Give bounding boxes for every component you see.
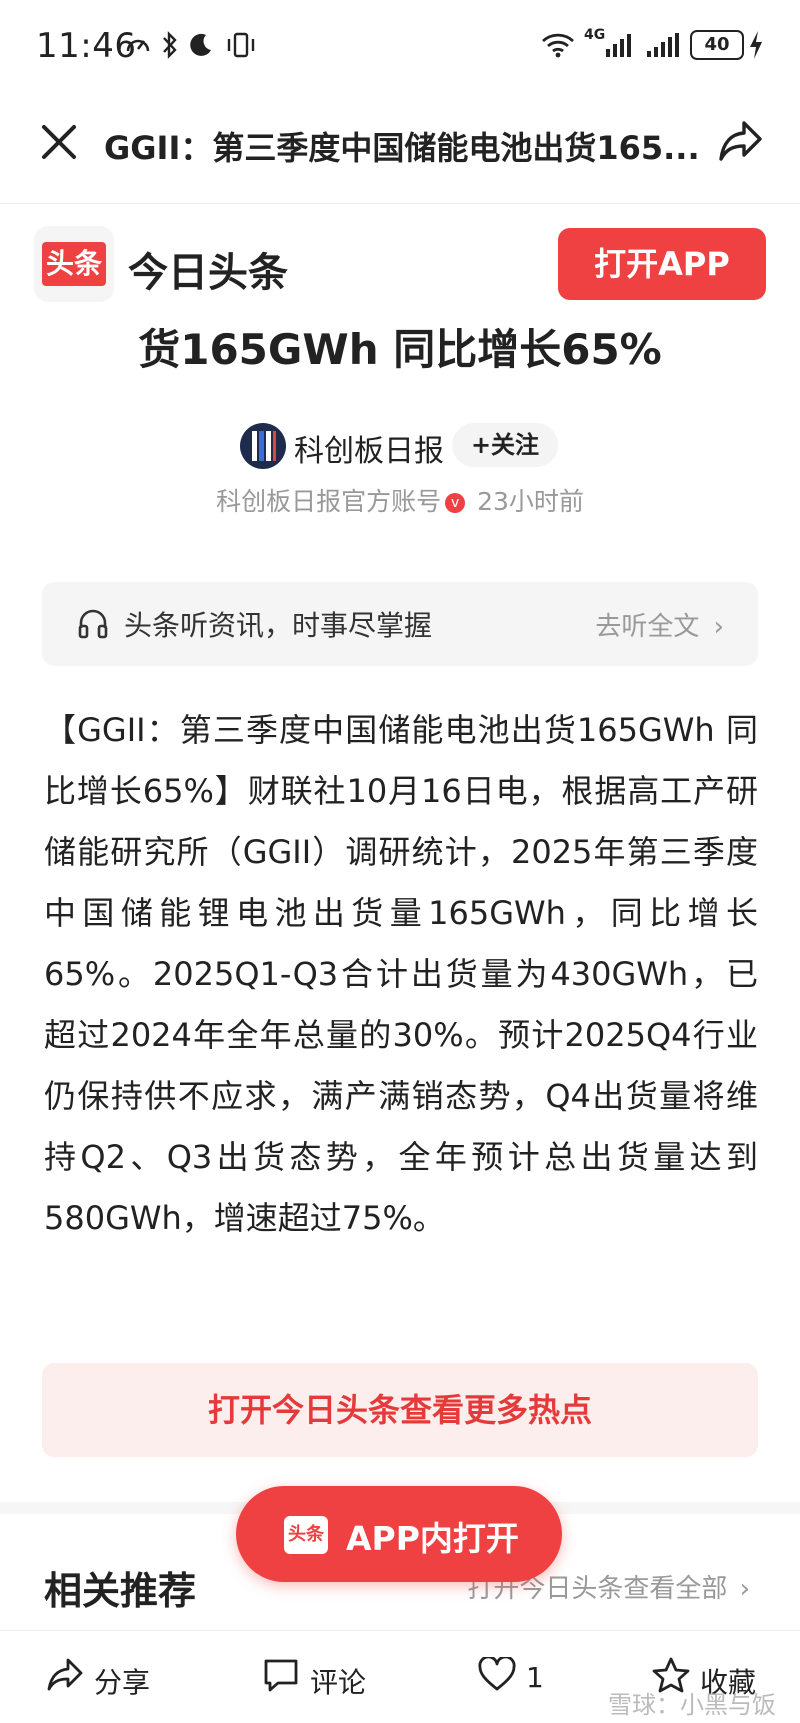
charging-icon xyxy=(748,28,764,62)
share-icon[interactable] xyxy=(718,119,764,167)
network-type: 4G xyxy=(584,27,606,43)
account-type: 科创板日报官方账号 xyxy=(216,487,442,516)
moon-icon xyxy=(188,28,214,62)
chevron-right-icon: › xyxy=(739,1574,750,1604)
app-logo: 头条 xyxy=(34,226,114,302)
verified-icon: v xyxy=(445,493,466,513)
status-bar: 11:46 4G 40 xyxy=(0,0,800,95)
nav-bar: GGII：第三季度中国储能电池出货165... xyxy=(0,95,800,204)
bottom-bar: 分享 评论 1 收藏 雪球：小黑与饭 xyxy=(0,1630,800,1723)
listen-banner[interactable]: 头条听资讯，时事尽掌握 去听全文 › xyxy=(42,582,758,666)
listen-text: 头条听资讯，时事尽掌握 xyxy=(124,609,433,642)
float-logo: 头条 xyxy=(284,1516,328,1554)
status-time: 11:46 xyxy=(36,26,137,66)
speedometer-icon xyxy=(124,28,152,62)
battery-icon: 40 xyxy=(690,28,744,62)
listen-full-label: 去听全文 xyxy=(595,612,700,642)
article-body: 【GGII：第三季度中国储能电池出货165GWh 同比增长65%】财联社10月1… xyxy=(44,711,758,1237)
share-label[interactable]: 分享 xyxy=(94,1661,150,1701)
heart-icon[interactable] xyxy=(478,1655,516,1697)
comment-label[interactable]: 评论 xyxy=(310,1661,366,1701)
author-name[interactable]: 科创板日报 xyxy=(294,426,444,470)
comment-icon[interactable] xyxy=(262,1657,300,1697)
related-title: 相关推荐 xyxy=(44,1569,197,1613)
listen-full-link[interactable]: 去听全文 › xyxy=(595,606,724,643)
like-count: 1 xyxy=(526,1661,544,1694)
logo-text: 头条 xyxy=(42,242,106,286)
article-meta: 科创板日报官方账号 v 23小时前 xyxy=(0,482,800,518)
chevron-right-icon: › xyxy=(713,612,724,642)
avatar[interactable] xyxy=(240,423,286,469)
open-in-app-label: APP内打开 xyxy=(346,1519,519,1558)
share-icon[interactable] xyxy=(46,1657,84,1697)
headphones-icon xyxy=(78,608,108,644)
bluetooth-icon xyxy=(160,28,180,62)
close-icon[interactable] xyxy=(40,123,78,165)
follow-button[interactable]: +关注 xyxy=(452,423,558,467)
watermark: 雪球：小黑与饭 xyxy=(608,1691,776,1719)
wifi-icon xyxy=(540,28,576,62)
nav-title: GGII：第三季度中国储能电池出货165... xyxy=(104,129,700,167)
signal-icon xyxy=(646,28,680,62)
more-hot-button[interactable]: 打开今日头条查看更多热点 xyxy=(42,1363,758,1457)
vibrate-icon xyxy=(224,28,258,62)
article-title: 货165GWh 同比增长65% xyxy=(138,325,662,374)
battery-level: 40 xyxy=(690,30,744,60)
brand-name: 今日头条 xyxy=(128,250,288,296)
open-app-button[interactable]: 打开APP xyxy=(558,228,766,300)
open-in-app-button[interactable]: 头条 APP内打开 xyxy=(236,1486,562,1582)
signal-4g-icon: 4G xyxy=(584,27,632,62)
time-ago: 23小时前 xyxy=(477,487,584,516)
